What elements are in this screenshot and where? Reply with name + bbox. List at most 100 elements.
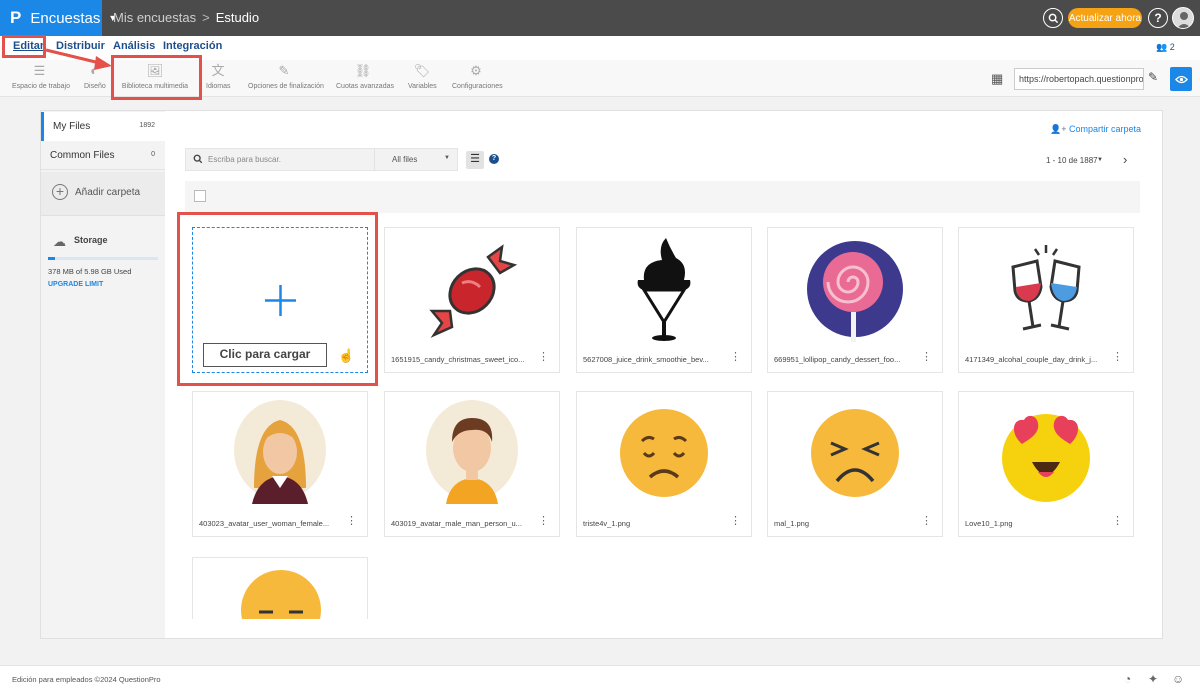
add-folder-button[interactable]: + Añadir carpeta: [41, 172, 165, 216]
add-folder-label: Añadir carpeta: [75, 187, 141, 198]
collaborator-count: 2: [1169, 42, 1175, 52]
link-icon: ⛓: [354, 63, 372, 78]
kebab-menu-icon[interactable]: ⋮: [538, 352, 549, 363]
breadcrumb-current: Estudio: [215, 10, 260, 25]
file-name: Love10_1.png: [965, 519, 1013, 528]
folder-common-files[interactable]: Common Files 0: [41, 141, 165, 170]
eye-icon: [1174, 75, 1188, 83]
annotation-highlight-upload: [177, 212, 378, 386]
file-name: 5627008_juice_drink_smoothie_bev...: [583, 355, 709, 364]
caret-down-icon: ▼: [444, 155, 450, 161]
kebab-menu-icon[interactable]: ⋮: [730, 516, 741, 527]
tool-variables[interactable]: 🏷 Variables: [408, 63, 437, 90]
file-card[interactable]: 1651915_candy_christmas_sweet_ico... ⋮: [384, 227, 560, 373]
survey-url-field[interactable]: https://robertopach.questionpro.com: [1014, 68, 1144, 90]
neutral-face-icon: [241, 570, 321, 619]
file-card[interactable]: 5627008_juice_drink_smoothie_bev... ⋮: [576, 227, 752, 373]
file-name: 4171349_alcohal_couple_day_drink_j...: [965, 355, 1098, 364]
file-name: 669951_lollipop_candy_dessert_foo...: [774, 355, 901, 364]
folder-label: Common Files: [50, 150, 115, 161]
annotation-arrow: [45, 48, 112, 70]
search-icon: [193, 154, 203, 167]
file-name: triste4v_1.png: [583, 519, 631, 528]
tool-settings[interactable]: ⚙ Configuraciones: [452, 63, 503, 90]
storage-used: 378 MB of 5.98 GB Used: [48, 267, 132, 276]
questionpro-logo-icon: P: [10, 8, 22, 27]
help-icon[interactable]: ?: [489, 154, 499, 164]
upgrade-limit-link[interactable]: UPGRADE LIMIT: [48, 281, 103, 288]
kebab-menu-icon[interactable]: ⋮: [1112, 516, 1123, 527]
candy-icon: [391, 234, 553, 344]
tool-label: Configuraciones: [452, 83, 503, 90]
file-name: mal_1.png: [774, 519, 810, 528]
speedometer-icon[interactable]: ◔: [1124, 672, 1131, 686]
folder-count: 0: [151, 151, 155, 158]
annotation-highlight-edit-tab: [2, 35, 46, 58]
folder-count: 1892: [139, 122, 155, 129]
filter-value: All files: [392, 155, 418, 164]
tab-analisis[interactable]: Análisis: [113, 40, 155, 52]
share-folder-button[interactable]: 👤+ Compartir carpeta: [1050, 124, 1141, 135]
help-icon[interactable]: ?: [1148, 8, 1168, 28]
file-card[interactable]: 403019_avatar_male_man_person_u... ⋮: [384, 391, 560, 537]
folder-my-files[interactable]: My Files 1892: [41, 112, 165, 141]
caret-down-icon[interactable]: ▼: [1097, 157, 1103, 163]
storage-meter-fill: [48, 257, 55, 260]
translate-icon: 文: [211, 63, 225, 78]
tool-advanced-quotas[interactable]: ⛓ Cuotas avanzadas: [336, 63, 394, 90]
kebab-menu-icon[interactable]: ⋮: [538, 516, 549, 527]
ice-cream-icon: [583, 234, 745, 344]
cloud-icon: ☁: [53, 234, 66, 249]
tool-label: Opciones de finalización: [248, 83, 324, 90]
file-type-filter[interactable]: All files ▼: [374, 149, 458, 170]
plus-circle-icon: +: [52, 184, 68, 200]
preview-button[interactable]: [1170, 67, 1192, 91]
kebab-menu-icon[interactable]: ⋮: [921, 516, 932, 527]
tool-languages[interactable]: 文 Idiomas: [206, 63, 231, 90]
product-switcher[interactable]: P Encuestas ▼: [0, 0, 117, 36]
list-view-icon[interactable]: ☰: [466, 151, 484, 169]
kebab-menu-icon[interactable]: ⋮: [921, 352, 932, 363]
folder-label: My Files: [53, 121, 91, 132]
tool-label: Cuotas avanzadas: [336, 83, 394, 90]
chat-bot-icon[interactable]: ☺: [1172, 672, 1184, 686]
pagination-label: 1 - 10 de 1887: [1046, 156, 1098, 165]
chevron-right-icon[interactable]: ›: [1123, 152, 1127, 167]
product-name: Encuestas: [30, 9, 101, 27]
user-avatar[interactable]: [1172, 7, 1194, 29]
heart-eyes-face-icon: [965, 398, 1127, 508]
chevron-right-icon: >: [202, 10, 210, 25]
footer: [0, 665, 1200, 695]
collaborators[interactable]: 👥 2: [1156, 42, 1175, 53]
file-name: 1651915_candy_christmas_sweet_ico...: [391, 355, 525, 364]
select-all-checkbox[interactable]: [194, 190, 206, 202]
upgrade-button[interactable]: Actualizar ahora: [1068, 8, 1142, 28]
file-card[interactable]: Love10_1.png ⋮: [958, 391, 1134, 537]
tool-label: Espacio de trabajo: [12, 83, 70, 90]
file-card[interactable]: 669951_lollipop_candy_dessert_foo... ⋮: [767, 227, 943, 373]
kebab-menu-icon[interactable]: ⋮: [1112, 352, 1123, 363]
tab-integracion[interactable]: Integración: [163, 40, 222, 52]
annotation-highlight-media-library: [111, 55, 202, 100]
tool-label: Diseño: [84, 83, 106, 90]
sparkle-icon[interactable]: ✦: [1148, 672, 1158, 686]
kebab-menu-icon[interactable]: ⋮: [730, 352, 741, 363]
file-card-partial[interactable]: [192, 557, 368, 619]
file-card[interactable]: 403023_avatar_user_woman_female... ⋮: [192, 391, 368, 537]
file-card[interactable]: mal_1.png ⋮: [767, 391, 943, 537]
kebab-menu-icon[interactable]: ⋮: [346, 516, 357, 527]
pencil-icon[interactable]: ✎: [1148, 70, 1158, 84]
tool-finish-options[interactable]: ✎ Opciones de finalización: [248, 63, 324, 90]
file-card[interactable]: triste4v_1.png ⋮: [576, 391, 752, 537]
tool-label: Variables: [408, 83, 437, 90]
magic-wand-icon: ✎: [278, 63, 290, 78]
file-card[interactable]: 4171349_alcohal_couple_day_drink_j... ⋮: [958, 227, 1134, 373]
share-folder-label: Compartir carpeta: [1068, 124, 1142, 134]
lollipop-icon: [774, 234, 936, 344]
search-input[interactable]: Escriba para buscar.: [208, 155, 281, 164]
tag-icon: 🏷: [413, 63, 431, 78]
upset-face-icon: [774, 398, 936, 508]
qr-code-icon[interactable]: ▦: [991, 71, 1003, 87]
breadcrumb-parent[interactable]: Mis encuestas: [113, 10, 196, 25]
search-icon[interactable]: [1043, 8, 1063, 28]
